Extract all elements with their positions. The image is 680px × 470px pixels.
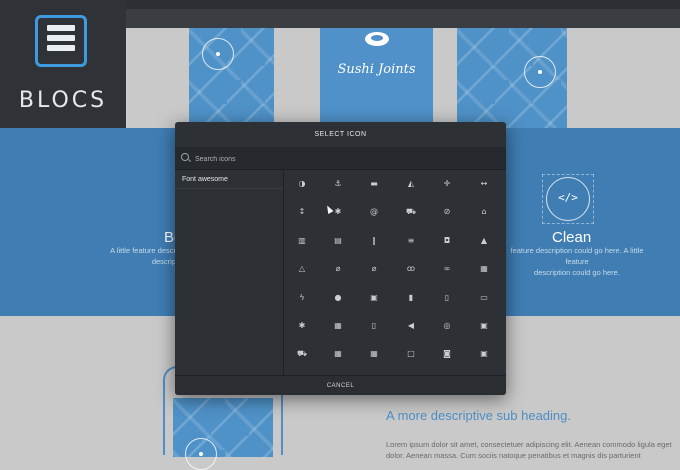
cab-icon[interactable]: ⛟ <box>295 347 309 361</box>
bookmark-icon[interactable]: ▮ <box>404 291 418 305</box>
archive-icon[interactable]: ▬ <box>367 177 381 191</box>
at-icon[interactable]: @ <box>367 205 381 219</box>
barcode-icon[interactable]: ‖ <box>367 234 381 248</box>
arrows-h-icon[interactable]: ↔ <box>477 177 491 191</box>
calculator-icon[interactable]: ▦ <box>331 347 345 361</box>
logo-text: BLOCS <box>18 88 108 113</box>
search-icon <box>181 153 189 161</box>
dialog-footer: CANCEL <box>175 375 506 395</box>
bicycle-icon[interactable]: ꝏ <box>404 262 418 276</box>
code-icon[interactable]: </> <box>546 177 590 221</box>
asterisk-icon[interactable]: ✱ <box>331 205 345 219</box>
bookmark-o-icon[interactable]: ▯ <box>440 291 454 305</box>
dialog-title: SELECT ICON <box>175 122 506 148</box>
arrows-icon[interactable]: ✛ <box>440 177 454 191</box>
blocs-logo-icon <box>35 15 87 67</box>
bus-icon[interactable]: ▣ <box>477 319 491 333</box>
bell-icon[interactable]: ▲ <box>477 234 491 248</box>
icon-category-list: Font awesome <box>175 170 284 375</box>
map-pin-icon <box>524 56 556 88</box>
bug-icon[interactable]: ✱ <box>295 319 309 333</box>
bell-slash-o-icon[interactable]: ⌀ <box>367 262 381 276</box>
bars-icon[interactable]: ≡ <box>404 234 418 248</box>
arrows-v-icon[interactable]: ↕ <box>295 205 309 219</box>
feature-title-right: Clean <box>552 229 592 246</box>
bar-chart-o-icon[interactable]: ▤ <box>331 234 345 248</box>
category-font-awesome[interactable]: Font awesome <box>175 170 283 189</box>
select-icon-dialog: SELECT ICON Font awesome ◑ ⚓ ▬ ◭ ✛ ↔ ↕ ✱ @ ⛟ ⊘ ⌂ ▥ ▤ ‖… <box>175 122 506 395</box>
category-label: Font awesome <box>182 176 228 183</box>
bell-o-icon[interactable]: △ <box>295 262 309 276</box>
sushi-logo-icon <box>362 28 392 50</box>
feature-desc-right: feature description could go here. A lit… <box>510 246 644 277</box>
phone-map-left <box>189 28 274 128</box>
body-text: Lorem ipsum dolor sit amet, consectetuer… <box>386 440 672 460</box>
camera-icon[interactable]: ◙ <box>440 347 454 361</box>
search-input[interactable] <box>193 149 497 169</box>
briefcase-icon[interactable]: ▭ <box>477 291 491 305</box>
phone-sushi: Sushi Joints <box>320 28 433 128</box>
feature-desc-left: A little feature descr descrip <box>110 246 176 266</box>
camera-retro-icon[interactable]: ▣ <box>477 347 491 361</box>
ban-icon[interactable]: ⊘ <box>440 205 454 219</box>
calendar-icon[interactable]: ▦ <box>367 347 381 361</box>
cancel-button[interactable]: CANCEL <box>175 376 506 395</box>
blocs-logo[interactable]: BLOCS <box>0 0 126 128</box>
building-icon[interactable]: ▦ <box>331 319 345 333</box>
beer-icon[interactable]: ◘ <box>440 234 454 248</box>
bomb-icon[interactable]: ● <box>331 291 345 305</box>
map-pin-icon <box>185 438 217 470</box>
automobile-icon[interactable]: ⛟ <box>404 205 418 219</box>
birthday-cake-icon[interactable]: ▦ <box>477 262 491 276</box>
bullhorn-icon[interactable]: ◀ <box>404 319 418 333</box>
bullseye-icon[interactable]: ◎ <box>440 319 454 333</box>
building-o-icon[interactable]: ▯ <box>367 319 381 333</box>
phone-title: Sushi Joints <box>337 62 416 77</box>
adjust-icon[interactable]: ◑ <box>295 177 309 191</box>
anchor-icon[interactable]: ⚓ <box>331 177 345 191</box>
book-icon[interactable]: ▣ <box>367 291 381 305</box>
icon-grid: ◑ ⚓ ▬ ◭ ✛ ↔ ↕ ✱ @ ⛟ ⊘ ⌂ ▥ ▤ ‖ ≡ ◘ ▲ △ ⌀ ⌀ ꝏ ∞ ▦ ϟ ● ▣ ▮ ▯ ▭ ✱ ▦ ▯ ◀ ◎ ▣ ⛟ ▦ ▦ □… <box>284 170 506 375</box>
calendar-o-icon[interactable]: □ <box>404 347 418 361</box>
search-bar <box>175 147 506 170</box>
bolt-icon[interactable]: ϟ <box>295 291 309 305</box>
binoculars-icon[interactable]: ∞ <box>440 262 454 276</box>
top-bar-strip <box>126 0 680 9</box>
bar-chart-icon[interactable]: ▥ <box>295 234 309 248</box>
bank-icon[interactable]: ⌂ <box>477 205 491 219</box>
sub-heading: A more descriptive sub heading. <box>386 408 571 423</box>
area-chart-icon[interactable]: ◭ <box>404 177 418 191</box>
bell-slash-icon[interactable]: ⌀ <box>331 262 345 276</box>
map-pin-icon <box>202 38 234 70</box>
phone-map-right <box>457 28 567 128</box>
